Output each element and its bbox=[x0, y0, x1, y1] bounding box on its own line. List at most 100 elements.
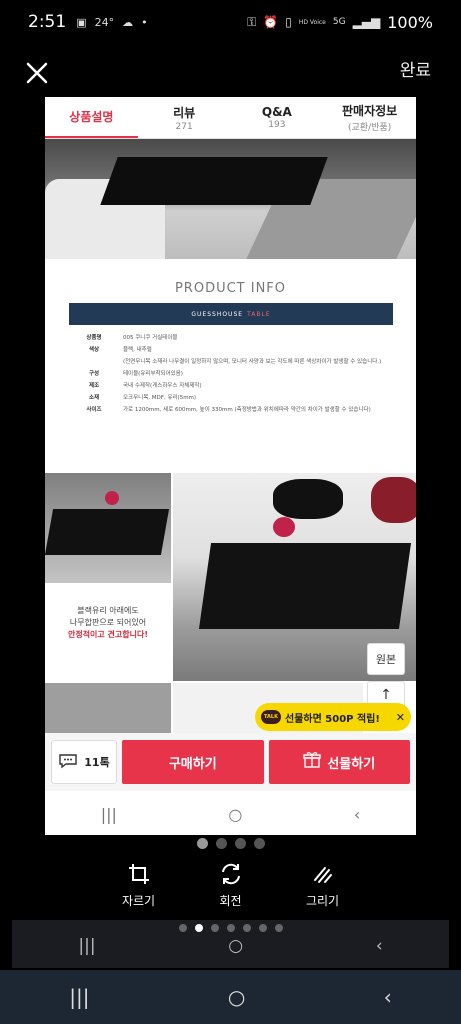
page-dot[interactable] bbox=[196, 838, 208, 849]
info-row: 상품명 005 쿠니쿠 거실테이블 bbox=[73, 331, 393, 343]
alarm-icon: ⏰ bbox=[263, 15, 279, 29]
kakao-tooltip-text: 선물하면 500P 적립! bbox=[285, 713, 380, 725]
info-key: 구성 bbox=[88, 371, 100, 377]
draw-button[interactable]: 그리기 bbox=[303, 862, 343, 920]
screenshot-indicator bbox=[0, 924, 461, 932]
vibrate-icon: ▯ bbox=[285, 15, 292, 29]
tab-label: Q&A bbox=[261, 105, 292, 119]
table-shape bbox=[45, 509, 170, 555]
gift-icon bbox=[303, 751, 322, 773]
table-shape bbox=[100, 157, 328, 205]
kakao-gift-tooltip[interactable]: TALK 선물하면 500P 적립! ✕ bbox=[255, 703, 411, 731]
tab-count: 271 bbox=[175, 121, 193, 132]
crop-button[interactable]: 자르기 bbox=[119, 862, 159, 920]
recent-apps-icon[interactable]: ||| bbox=[69, 985, 89, 1009]
info-key: 상품명 bbox=[86, 335, 102, 341]
recent-apps-icon: ||| bbox=[100, 804, 117, 824]
page-dot[interactable] bbox=[178, 924, 187, 932]
done-button[interactable]: 완료 bbox=[400, 56, 431, 81]
page-dot[interactable] bbox=[242, 924, 251, 932]
page-dot[interactable] bbox=[226, 924, 235, 932]
home-icon[interactable]: ○ bbox=[228, 985, 245, 1009]
caption-highlight: 안정적이고 견고합니다! bbox=[67, 630, 149, 639]
info-row: 제조 국내 수제작(게스하우스 자체제작) bbox=[73, 379, 393, 391]
battery-level: 100% bbox=[387, 12, 433, 32]
draw-icon bbox=[311, 862, 335, 889]
weather-temp: 24° bbox=[94, 15, 115, 29]
page-dot[interactable] bbox=[194, 924, 203, 932]
product-info-banner: GUESSHOUSE TABLE bbox=[69, 303, 393, 325]
network-5g: 5G bbox=[332, 17, 346, 27]
info-row: 구성 테이블(유리부착되어있음) bbox=[73, 367, 393, 379]
chat-button[interactable]: 11톡 bbox=[51, 740, 117, 784]
close-icon[interactable] bbox=[22, 58, 52, 88]
back-icon: ‹ bbox=[375, 936, 383, 956]
info-key: 사이즈 bbox=[86, 407, 102, 413]
info-value: 블랙, 내추럴 bbox=[123, 347, 152, 353]
info-key: 제조 bbox=[88, 383, 100, 389]
info-row: (천연무니목 소재라 나무결이 일정하지 않으며, 모니터 사양과 보는 각도에… bbox=[73, 355, 393, 367]
caption-line: 나무합판으로 되어있어 bbox=[69, 618, 147, 627]
back-icon: ‹ bbox=[353, 804, 361, 824]
tab-description[interactable]: 상품설명 bbox=[45, 97, 138, 138]
tab-qna[interactable]: Q&A 193 bbox=[231, 97, 324, 138]
info-row: 사이즈 가로 1200mm, 세로 600mm, 높이 330mm (측정방법과 … bbox=[73, 403, 393, 415]
tab-label: 리뷰 bbox=[173, 105, 196, 120]
info-value: 오크무니목, MDF, 유리(5mm) bbox=[123, 395, 197, 401]
tool-label: 자르기 bbox=[121, 894, 156, 908]
page-dot[interactable] bbox=[210, 924, 219, 932]
close-icon[interactable]: ✕ bbox=[396, 711, 405, 724]
key-icon: ⚿ bbox=[247, 14, 257, 29]
info-value: (천연무니목 소재라 나무결이 일정하지 않으며, 모니터 사양과 보는 각도에… bbox=[123, 359, 382, 365]
status-right-icons: ⚿ ⏰ ▯ HD Voice 5G ▂▄▆ 100% bbox=[247, 13, 433, 32]
tool-label: 회전 bbox=[219, 894, 242, 908]
system-nav-bar: ||| ○ ‹ bbox=[0, 970, 461, 1024]
tab-seller-info[interactable]: 판매자정보 (교환/반품) bbox=[323, 97, 416, 138]
purchase-bar: 11톡 구매하기 선물하기 bbox=[45, 733, 416, 791]
signal-icon: ▂▄▆ bbox=[352, 15, 381, 29]
table-shape bbox=[198, 543, 412, 629]
home-icon: ○ bbox=[228, 804, 243, 824]
edit-toolbar: 자르기 회전 그리기 bbox=[0, 862, 461, 920]
product-info-title: PRODUCT INFO bbox=[174, 281, 287, 296]
crop-icon bbox=[127, 862, 151, 889]
page-dot[interactable] bbox=[215, 838, 227, 849]
preview-nav-bar: ||| ○ ‹ bbox=[45, 793, 416, 835]
photo-caption: 블랙유리 아래에도 나무합판으로 되어있어 안정적이고 견고합니다! bbox=[45, 605, 171, 641]
page-dot[interactable] bbox=[234, 838, 246, 849]
rotate-button[interactable]: 회전 bbox=[211, 862, 251, 920]
tab-reviews[interactable]: 리뷰 271 bbox=[138, 97, 231, 138]
tab-count: 193 bbox=[268, 120, 286, 130]
caption-line: 블랙유리 아래에도 bbox=[77, 606, 139, 615]
flower-shape bbox=[105, 491, 119, 505]
page-dot[interactable] bbox=[253, 838, 265, 849]
info-row: 소재 오크무니목, MDF, 유리(5mm) bbox=[73, 391, 393, 403]
status-time: 2:51 bbox=[28, 12, 67, 32]
buy-button[interactable]: 구매하기 bbox=[122, 740, 264, 784]
status-bar: 2:51 ▣ 24° ☁ • ⚿ ⏰ ▯ HD Voice 5G ▂▄▆ 100… bbox=[0, 0, 461, 44]
page-dot[interactable] bbox=[258, 924, 267, 932]
info-value: 가로 1200mm, 세로 600mm, 높이 330mm (측정방법과 위치에… bbox=[123, 407, 371, 413]
info-key: 색상 bbox=[88, 347, 100, 353]
background-nav-bar: ||| ○ ‹ bbox=[12, 932, 449, 960]
original-image-button[interactable]: 원본 bbox=[367, 643, 405, 675]
kakao-talk-icon: TALK bbox=[261, 710, 281, 724]
gift-button[interactable]: 선물하기 bbox=[268, 740, 410, 784]
screenshot-preview[interactable]: 상품설명 리뷰 271 Q&A 193 판매자정보 (교환/반품) PRODUC… bbox=[45, 97, 416, 835]
product-tabs: 상품설명 리뷰 271 Q&A 193 판매자정보 (교환/반품) bbox=[45, 97, 416, 139]
info-value: 테이블(유리부착되어있음) bbox=[123, 371, 183, 377]
info-key: 소재 bbox=[88, 395, 100, 401]
rotate-icon bbox=[219, 862, 243, 889]
back-icon[interactable]: ‹ bbox=[384, 985, 392, 1009]
page-indicator bbox=[0, 838, 461, 849]
image-icon: ▣ bbox=[76, 15, 87, 29]
page-dot[interactable] bbox=[274, 924, 283, 932]
hd-voice-label: HD Voice bbox=[298, 18, 326, 26]
product-info-table: 상품명 005 쿠니쿠 거실테이블 색상 블랙, 내추럴 (천연무니목 소재라 나무… bbox=[73, 331, 393, 415]
status-left-icons: ▣ 24° ☁ • bbox=[76, 16, 147, 29]
home-icon: ○ bbox=[228, 936, 244, 956]
product-photo-detail bbox=[45, 473, 171, 583]
chat-count: 11톡 bbox=[84, 756, 110, 769]
tab-sub: (교환/반품) bbox=[348, 123, 392, 133]
cushion-shape bbox=[371, 477, 416, 523]
